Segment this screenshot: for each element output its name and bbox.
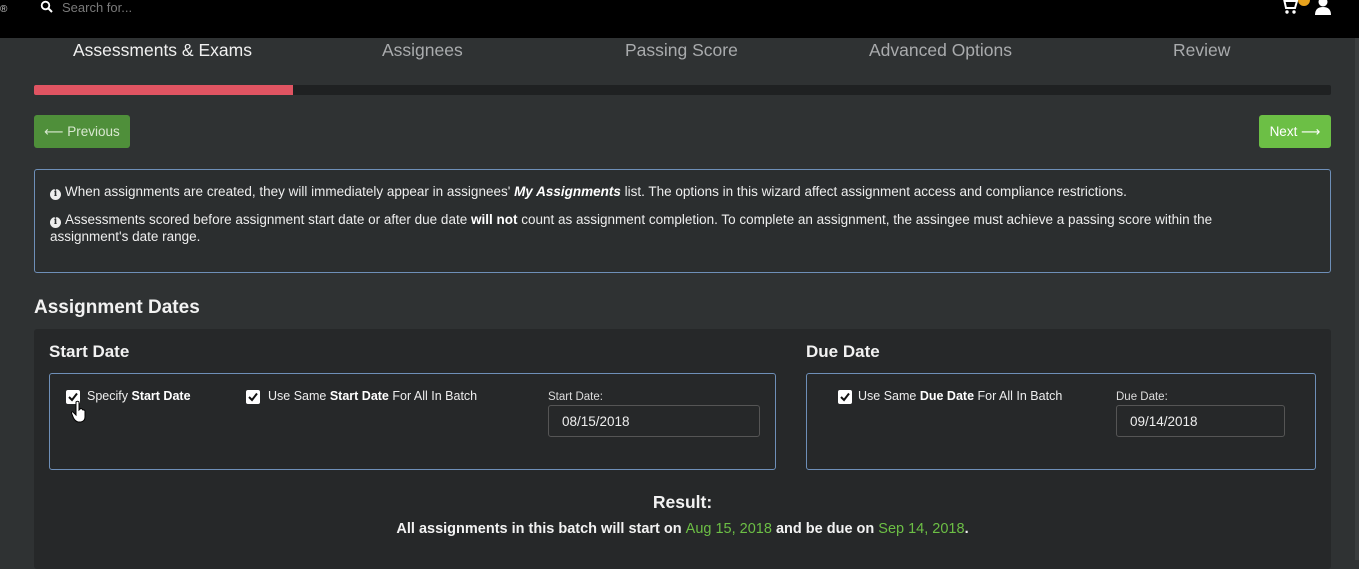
step-advanced-options[interactable]: Advanced Options [869,40,1012,61]
due-date-title: Due Date [806,342,880,361]
result-due-date: Sep 14, 2018 [878,521,965,537]
same-due-date-label[interactable]: Use Same Due Date For All In Batch [858,389,1062,403]
hand-cursor-icon [70,400,88,424]
start-date-field-label: Start Date: [548,391,603,403]
due-date-field-label: Due Date: [1116,391,1168,403]
wizard-progress-bar [34,85,1331,95]
same-due-date-checkbox[interactable] [838,390,852,404]
start-date-input[interactable] [548,405,760,437]
logo-fragment: ® [0,4,8,15]
info-icon: i [50,189,61,200]
wizard-progress-fill [34,85,294,95]
step-passing-score[interactable]: Passing Score [625,40,738,61]
assignment-dates-title: Assignment Dates [34,297,200,318]
same-start-date-label[interactable]: Use Same Start Date For All In Batch [268,389,477,403]
info-icon: i [50,217,61,228]
previous-button[interactable]: ⟵ Previous [34,115,130,148]
step-assessments-exams[interactable]: Assessments & Exams [73,40,252,61]
info-line-2-continuation: assignment's date range. [50,229,201,244]
same-start-date-checkbox[interactable] [246,390,260,404]
user-icon[interactable] [1313,0,1333,16]
info-alert: i When assignments are created, they will… [34,169,1331,273]
step-assignees[interactable]: Assignees [382,40,463,61]
wizard-steps: Assessments & Exams Assignees Passing Sc… [34,40,1331,64]
due-date-input[interactable] [1116,405,1285,437]
result-summary: All assignments in this batch will start… [396,521,969,537]
cart-icon[interactable] [1280,0,1300,15]
page-scrollbar[interactable] [1355,38,1359,560]
info-line-1: i When assignments are created, they will… [50,184,1127,201]
top-navbar: ® [0,0,1359,38]
next-button[interactable]: Next ⟶ [1259,115,1331,148]
info-line-2: i Assessments scored before assignment st… [50,212,1212,229]
step-review[interactable]: Review [1173,40,1230,61]
result-start-date: Aug 15, 2018 [685,521,772,537]
result-title: Result: [652,492,713,512]
specify-start-date-label[interactable]: Specify Start Date [87,389,191,403]
search-icon[interactable] [40,0,54,14]
search-input[interactable] [60,0,464,18]
start-date-title: Start Date [49,342,130,361]
